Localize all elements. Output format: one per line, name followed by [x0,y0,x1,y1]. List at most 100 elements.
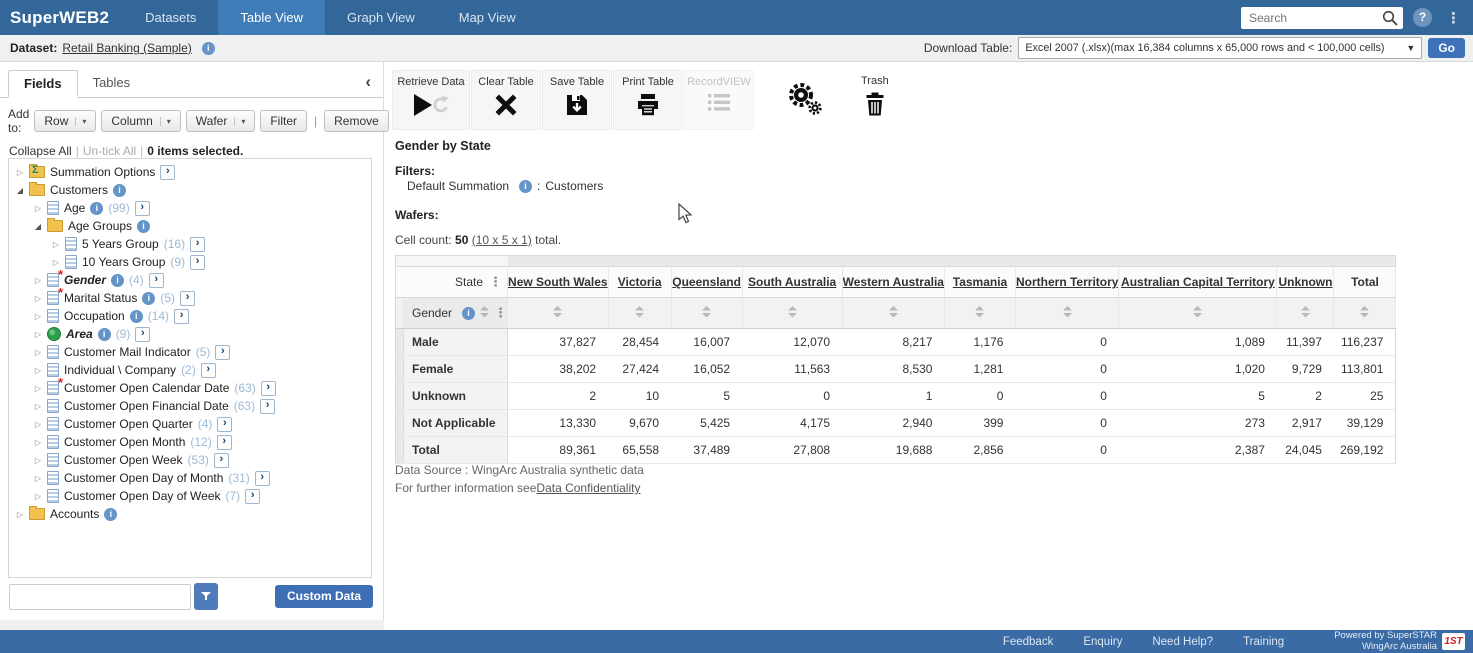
expand-toggle-icon[interactable] [13,510,27,519]
cell-count-breakdown-link[interactable]: (10 x 5 x 1) [472,233,532,247]
footer-link-enquiry[interactable]: Enquiry [1083,636,1122,648]
expand-toggle-icon[interactable] [31,330,45,339]
custom-data-button[interactable]: Custom Data [275,585,373,608]
expand-toggle-icon[interactable] [31,348,45,357]
column-header-victoria[interactable]: Victoria [618,275,662,289]
help-icon[interactable] [1413,8,1432,27]
tree-item-label[interactable]: Customer Open Day of Month [64,471,223,485]
field-search-input[interactable] [9,584,191,610]
column-header-western-australia[interactable]: Western Australia [843,275,944,289]
sort-icon[interactable] [788,306,797,321]
row-header-unknown[interactable]: Unknown [404,383,508,410]
tree-item-label[interactable]: Customers [50,183,108,197]
search-icon[interactable] [1382,10,1398,29]
expand-toggle-icon[interactable] [31,204,45,213]
sort-icon[interactable] [1301,306,1310,321]
jump-to-icon[interactable] [217,435,232,450]
tree-item-label[interactable]: Customer Open Calendar Date [64,381,229,395]
superstar-logo[interactable]: 1ST [1442,633,1465,650]
info-icon[interactable] [111,274,124,287]
jump-to-icon[interactable] [190,237,205,252]
sort-icon[interactable] [975,306,984,321]
expand-toggle-icon[interactable] [31,384,45,393]
row-header-total[interactable]: Total [404,437,508,464]
tab-tables[interactable]: Tables [78,70,146,97]
sort-icon[interactable] [702,306,711,321]
clear-table-button[interactable]: Clear Table [471,70,541,130]
retrieve-data-button[interactable]: Retrieve Data [392,70,470,130]
tab-datasets[interactable]: Datasets [123,0,218,35]
info-icon[interactable] [462,307,475,320]
jump-to-icon[interactable] [214,453,229,468]
collapse-sidebar-icon[interactable] [365,72,371,92]
sort-icon[interactable] [889,306,898,321]
tree-item-label[interactable]: Age [64,201,85,215]
column-header-unknown[interactable]: Unknown [1278,275,1332,289]
expand-toggle-icon[interactable] [31,402,45,411]
sort-icon[interactable] [553,306,562,321]
tree-item-label[interactable]: Accounts [50,507,99,521]
tree-item-label[interactable]: Summation Options [50,165,155,179]
collapse-toggle-icon[interactable] [31,222,45,231]
column-header-northern-territory[interactable]: Northern Territory [1016,275,1118,289]
sort-icon[interactable] [1360,306,1369,321]
tree-item-label[interactable]: Age Groups [68,219,132,233]
info-icon[interactable] [130,310,143,323]
info-icon[interactable] [90,202,103,215]
sort-icon[interactable] [480,306,489,321]
tree-item-label[interactable]: Customer Open Financial Date [64,399,229,413]
dataset-info-icon[interactable] [202,42,215,55]
tree-item-label[interactable]: Gender [64,273,106,287]
column-header-queensland[interactable]: Queensland [672,275,741,289]
jump-to-icon[interactable] [149,273,164,288]
collapse-toggle-icon[interactable] [13,186,27,195]
info-icon[interactable] [98,328,111,341]
search-input[interactable] [1241,7,1403,29]
info-icon[interactable] [519,180,532,193]
tree-item-label[interactable]: Individual \ Company [64,363,176,377]
info-icon[interactable] [113,184,126,197]
tree-item-label[interactable]: 5 Years Group [82,237,159,251]
tree-item-label[interactable]: Customer Open Day of Week [64,489,221,503]
expand-toggle-icon[interactable] [31,276,45,285]
add-to-row-button[interactable]: Row [34,110,96,132]
row-header-not-applicable[interactable]: Not Applicable [404,410,508,437]
info-icon[interactable] [142,292,155,305]
add-to-filter-button[interactable]: Filter [260,110,307,132]
footer-link-training[interactable]: Training [1243,636,1284,648]
tree-item-label[interactable]: Customer Open Week [64,453,183,467]
jump-to-icon[interactable] [217,417,232,432]
add-to-column-button[interactable]: Column [101,110,180,132]
tab-map-view[interactable]: Map View [437,0,538,35]
column-menu-icon[interactable] [489,274,502,290]
jump-to-icon[interactable] [180,291,195,306]
collapse-all-link[interactable]: Collapse All [9,144,72,158]
tree-item-label[interactable]: Customer Mail Indicator [64,345,191,359]
tab-table-view[interactable]: Table View [218,0,325,35]
expand-toggle-icon[interactable] [31,492,45,501]
sort-icon[interactable] [635,306,644,321]
jump-to-icon[interactable] [201,363,216,378]
jump-to-icon[interactable] [255,471,270,486]
column-header-australian-capital-territory[interactable]: Australian Capital Territory [1121,275,1275,289]
expand-toggle-icon[interactable] [31,438,45,447]
jump-to-icon[interactable] [260,399,275,414]
row-header-male[interactable]: Male [404,329,508,356]
jump-to-icon[interactable] [135,201,150,216]
tree-item-label[interactable]: Customer Open Month [64,435,185,449]
table-options-button[interactable] [787,82,825,119]
expand-toggle-icon[interactable] [31,366,45,375]
add-to-remove-button[interactable]: Remove [324,110,389,132]
jump-to-icon[interactable] [215,345,230,360]
expand-toggle-icon[interactable] [31,312,45,321]
save-table-button[interactable]: Save Table [542,70,612,130]
tree-item-label[interactable]: Area [66,327,93,341]
overflow-menu-icon[interactable] [1446,9,1461,27]
tree-item-label[interactable]: Marital Status [64,291,137,305]
tree-item-label[interactable]: Customer Open Quarter [64,417,193,431]
add-to-wafer-button[interactable]: Wafer [186,110,256,132]
footer-link-need-help[interactable]: Need Help? [1152,636,1213,648]
download-format-select[interactable]: Excel 2007 (.xlsx)(max 16,384 columns x … [1018,37,1422,59]
row-menu-icon[interactable] [494,305,507,321]
footer-link-feedback[interactable]: Feedback [1003,636,1054,648]
